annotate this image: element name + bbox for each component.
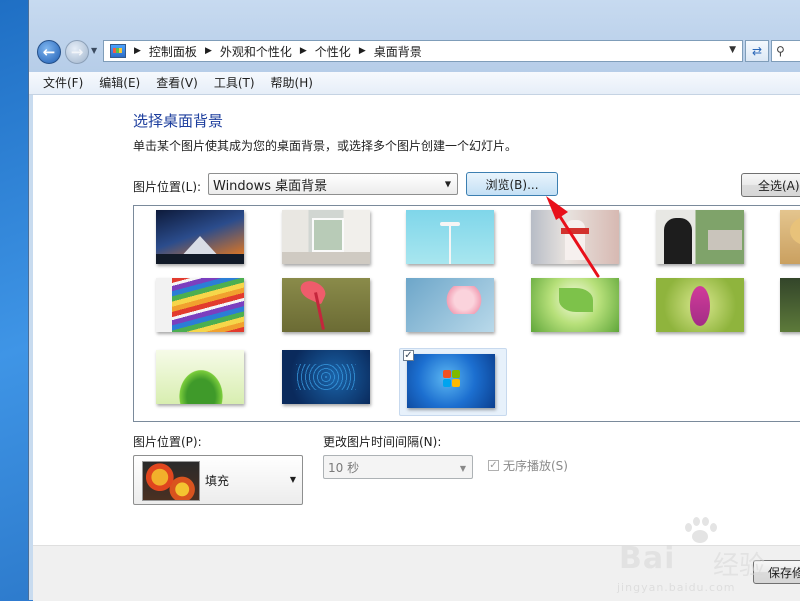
search-input[interactable]: ⚲	[771, 40, 800, 62]
mountain-night-image[interactable]	[156, 210, 244, 264]
girl-with-scarf-image[interactable]	[531, 210, 619, 264]
picture-location-select[interactable]: Windows 桌面背景 ▼	[208, 173, 458, 195]
breadcrumb-separator-icon[interactable]: ▶	[134, 46, 141, 56]
picture-position-value: 填充	[205, 474, 230, 488]
pink-blossom-image[interactable]	[406, 278, 494, 332]
world-map-image[interactable]	[282, 350, 370, 404]
breadcrumb-personalization[interactable]: 个性化	[315, 43, 351, 60]
select-all-button[interactable]: 全选(A)	[741, 173, 800, 197]
browse-button[interactable]: 浏览(B)...	[466, 172, 558, 196]
control-panel-icon	[110, 44, 126, 58]
green-plant-image[interactable]	[156, 350, 244, 404]
breadcrumb-separator-icon[interactable]: ▶	[205, 46, 212, 56]
page-description: 单击某个图片使其成为您的桌面背景，或选择多个图片创建一个幻灯片。	[133, 139, 518, 153]
refresh-button[interactable]: ⇄	[745, 40, 769, 62]
menu-edit[interactable]: 编辑(E)	[91, 72, 148, 94]
content-pane: 选择桌面背景 单击某个图片使其成为您的桌面背景，或选择多个图片创建一个幻灯片。 …	[33, 95, 800, 601]
dark-leaf-image[interactable]	[780, 278, 800, 332]
page-title: 选择桌面背景	[133, 112, 224, 130]
menu-view[interactable]: 查看(V)	[148, 72, 206, 94]
forward-arrow-icon: →	[70, 43, 84, 61]
shuffle-checkbox[interactable]: ✓	[488, 460, 499, 471]
address-history-chevron-icon[interactable]: ▼	[729, 45, 736, 55]
forward-button[interactable]: →	[65, 40, 89, 64]
interval-select[interactable]: 10 秒 ▼	[323, 455, 473, 479]
control-panel-window: ← → ▼ ▶ 控制面板 ▶ 外观和个性化 ▶ 个性化 ▶ 桌面背景 ▼ ⇄ ⚲…	[28, 0, 800, 601]
chevron-down-icon: ▼	[444, 179, 451, 189]
menu-help[interactable]: 帮助(H)	[263, 72, 321, 94]
watermark-url: jingyan.baidu.com	[617, 581, 736, 594]
breadcrumb-appearance[interactable]: 外观和个性化	[220, 43, 292, 60]
paw-icon	[679, 515, 719, 545]
shuffle-label: 无序播放(S)	[503, 459, 568, 473]
breadcrumb-separator-icon[interactable]: ▶	[359, 46, 366, 56]
interval-label: 更改图片时间间隔(N):	[323, 435, 442, 449]
baidu-watermark: Bai 经验 jingyan.baidu.com	[615, 515, 785, 595]
back-arrow-icon: ←	[42, 43, 56, 61]
interval-value: 10 秒	[328, 460, 360, 475]
chevron-down-icon: ▼	[289, 475, 296, 484]
wallpaper-gallery: ✓	[133, 205, 800, 422]
picture-location-label: 图片位置(L):	[133, 180, 202, 194]
watermark-brand: Bai	[619, 541, 676, 576]
purple-flower-image[interactable]	[656, 278, 744, 332]
streetlight-sky-image[interactable]	[406, 210, 494, 264]
white-room-image[interactable]	[282, 210, 370, 264]
back-button[interactable]: ←	[37, 40, 61, 64]
watermark-brand-cn: 经验	[713, 551, 766, 581]
red-flower-image[interactable]	[282, 278, 370, 332]
address-bar[interactable]: ▶ 控制面板 ▶ 外观和个性化 ▶ 个性化 ▶ 桌面背景 ▼	[103, 40, 743, 62]
picture-location-value: Windows 桌面背景	[213, 178, 328, 194]
chevron-down-icon: ▼	[459, 464, 466, 473]
graduation-photo-image[interactable]	[656, 210, 744, 264]
shuffle-option[interactable]: ✓ 无序播放(S)	[488, 457, 568, 474]
breadcrumb-control-panel[interactable]: 控制面板	[149, 43, 197, 60]
refresh-icon: ⇄	[751, 44, 763, 58]
menu-file[interactable]: 文件(F)	[29, 72, 91, 94]
menu-bar: 文件(F) 编辑(E) 查看(V) 工具(T) 帮助(H)	[29, 72, 800, 95]
menu-tools[interactable]: 工具(T)	[206, 72, 263, 94]
picture-position-label: 图片位置(P):	[133, 435, 202, 449]
position-preview-image	[142, 461, 200, 501]
colored-pencils-image[interactable]	[156, 278, 244, 332]
picture-position-select[interactable]: 填充 ▼	[133, 455, 303, 505]
green-leaves-image[interactable]	[531, 278, 619, 332]
wallpaper-checkbox[interactable]: ✓	[403, 350, 414, 361]
breadcrumb-desktop-background[interactable]: 桌面背景	[374, 43, 422, 60]
breadcrumb-separator-icon[interactable]: ▶	[300, 46, 307, 56]
windows7-logo-image[interactable]	[407, 354, 495, 408]
search-icon: ⚲	[776, 44, 785, 58]
recent-pages-chevron-icon[interactable]: ▼	[91, 46, 97, 55]
hat-photo-image[interactable]	[780, 210, 800, 264]
window-chrome: ← → ▼ ▶ 控制面板 ▶ 外观和个性化 ▶ 个性化 ▶ 桌面背景 ▼ ⇄ ⚲	[29, 0, 800, 72]
